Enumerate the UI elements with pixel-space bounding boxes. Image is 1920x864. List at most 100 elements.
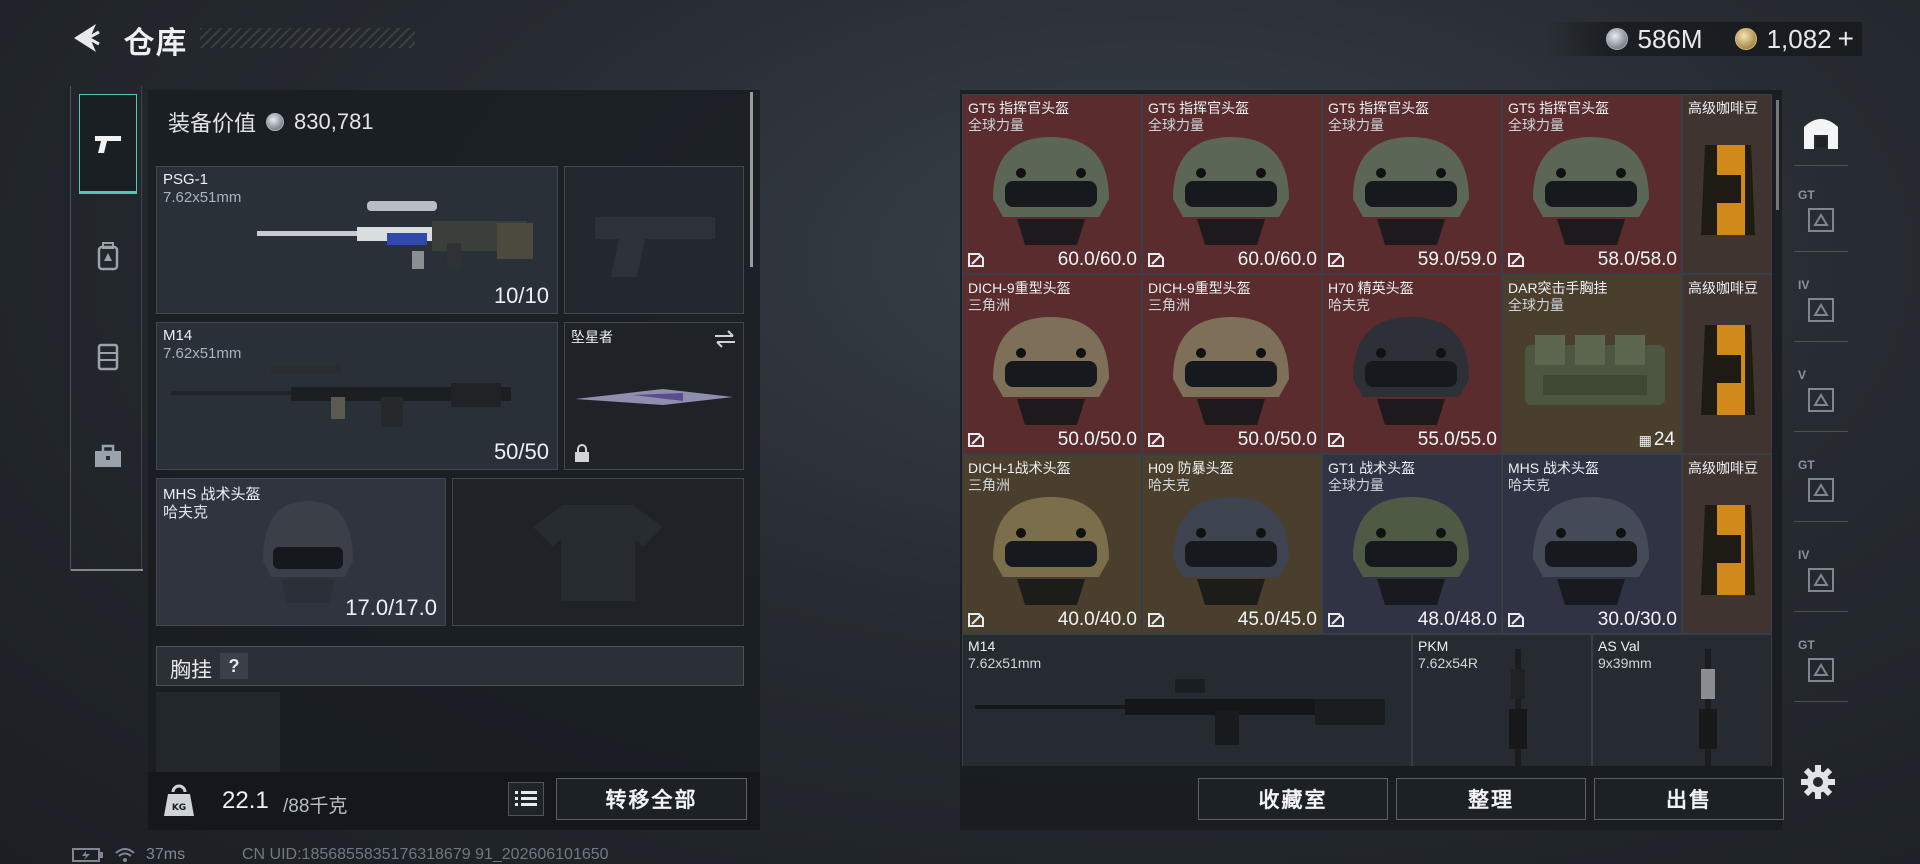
storage-item[interactable]: GT5 指挥官头盔 全球力量 59.0/59.0 <box>1322 94 1502 274</box>
item-faction: 全球力量 <box>1328 117 1384 133</box>
silver-amount: 586M <box>1637 23 1703 54</box>
storage-item[interactable]: H70 精英头盔 哈夫克 55.0/55.0 <box>1322 274 1502 454</box>
weapon-name: AS Val <box>1598 638 1640 654</box>
chest-rig-slot[interactable] <box>156 692 280 772</box>
item-quantity: 24 <box>1653 429 1675 450</box>
gt-tab-icon <box>1808 477 1834 502</box>
storage-item[interactable]: H09 防暴头盔 哈夫克 45.0/45.0 <box>1142 454 1322 634</box>
helmet-icon <box>1353 317 1469 425</box>
storage-item[interactable]: DICH-1战术头盔 三角洲 40.0/40.0 <box>962 454 1142 634</box>
storage-item[interactable]: MHS 战术头盔 哈夫克 30.0/30.0 <box>1502 454 1682 634</box>
armor-slot[interactable] <box>452 478 744 626</box>
item-durability: 60.0/60.0 <box>1237 249 1317 270</box>
sell-button[interactable]: 出售 <box>1594 778 1784 820</box>
repair-icon <box>1508 613 1524 627</box>
battery-icon <box>72 848 103 862</box>
page-title: 仓库 <box>124 27 188 60</box>
storage-tab-2[interactable]: IV <box>1794 272 1848 342</box>
weapon-caliber: 7.62x54R <box>1418 655 1478 671</box>
home-base-icon <box>1804 118 1838 149</box>
primary-weapon-slot-2[interactable]: M14 7.62x51mm 50/50 <box>156 322 558 470</box>
coffee-bag-icon <box>1701 505 1755 595</box>
storage-item[interactable]: GT5 指挥官头盔 全球力量 60.0/60.0 <box>962 94 1142 274</box>
storage-tab-label: V <box>1798 368 1807 382</box>
equip-value-amount: 830,781 <box>294 109 374 134</box>
tabs-divider <box>71 569 143 571</box>
rifle-icon <box>171 365 511 427</box>
loadout-scrollbar[interactable] <box>750 92 753 267</box>
toolbox-icon <box>95 444 121 467</box>
tab-vest[interactable] <box>79 306 137 406</box>
storage-item[interactable]: DICH-9重型头盔 三角洲 50.0/50.0 <box>1142 274 1322 454</box>
storage-item[interactable]: 高级咖啡豆 <box>1682 454 1772 634</box>
repair-icon <box>968 253 984 267</box>
helmet-icon <box>263 501 353 603</box>
settings-button[interactable] <box>1798 762 1838 802</box>
helmet-icon <box>1353 137 1469 245</box>
weapon-name: M14 <box>968 638 996 654</box>
storage-tab-5[interactable]: IV <box>1794 542 1848 612</box>
item-faction: 全球力量 <box>1508 297 1564 313</box>
collection-room-button[interactable]: 收藏室 <box>1198 778 1388 820</box>
storage-tab-3[interactable]: V <box>1794 362 1848 432</box>
loadout-category-tabs <box>70 86 143 571</box>
item-faction: 全球力量 <box>1148 117 1204 133</box>
chest-rig-icon <box>1525 335 1665 405</box>
storage-weapon[interactable]: M14 7.62x51mm <box>962 634 1412 766</box>
item-durability: 48.0/48.0 <box>1417 609 1497 630</box>
svg-text:KG: KG <box>172 803 186 813</box>
storage-tab-4[interactable]: GT <box>1794 452 1848 522</box>
storage-item[interactable]: DAR突击手胸挂 全球力量 ▦ 24 <box>1502 274 1682 454</box>
weapon-vertical-icon <box>1509 649 1527 766</box>
storage-item[interactable]: DICH-9重型头盔 三角洲 50.0/50.0 <box>962 274 1142 454</box>
item-durability: 50.0/50.0 <box>1237 429 1317 450</box>
helmet-slot[interactable]: MHS 战术头盔 哈夫克 17.0/17.0 <box>156 478 446 626</box>
transfer-all-button[interactable]: 转移全部 <box>556 778 747 820</box>
sort-button[interactable]: 整理 <box>1396 778 1586 820</box>
back-button[interactable] <box>68 20 104 56</box>
primary-weapon-slot-1[interactable]: PSG-1 7.62x51mm 10/10 <box>156 166 558 314</box>
tab-weapons[interactable] <box>79 94 137 194</box>
chest-rig-help-button[interactable]: ? <box>220 653 248 679</box>
item-faction: 哈夫克 <box>1148 477 1190 493</box>
sidearm-slot[interactable] <box>564 166 744 314</box>
storage-tab-label: GT <box>1798 458 1815 472</box>
storage-tab-0[interactable] <box>1794 96 1848 166</box>
storage-item[interactable]: GT5 指挥官头盔 全球力量 58.0/58.0 <box>1502 94 1682 274</box>
item-durability: 55.0/55.0 <box>1417 429 1497 450</box>
helmet-icon <box>1173 137 1289 245</box>
storage-weapon[interactable]: PKM 7.62x54R <box>1412 634 1592 766</box>
back-arrow-icon <box>74 24 100 52</box>
item-durability: 40.0/40.0 <box>1057 609 1137 630</box>
silver-coin-icon <box>1605 28 1628 50</box>
storage-weapon[interactable]: AS Val 9x39mm <box>1592 634 1772 766</box>
weight-icon: KG <box>160 782 198 820</box>
repair-icon <box>1508 253 1524 267</box>
melee-slot[interactable]: 坠星者 <box>564 322 744 470</box>
tab-toolbox[interactable] <box>79 406 137 506</box>
list-view-button[interactable] <box>508 782 544 816</box>
storage-item[interactable]: GT5 指挥官头盔 全球力量 60.0/60.0 <box>1142 94 1322 274</box>
storage-tab-6[interactable]: GT <box>1794 632 1848 702</box>
coffee-bag-icon <box>1701 145 1755 235</box>
storage-tab-label: GT <box>1798 638 1815 652</box>
helmet-durability: 17.0/17.0 <box>345 595 437 620</box>
storage-scrollbar[interactable] <box>1776 100 1779 210</box>
swap-icon[interactable] <box>713 329 737 349</box>
storage-item[interactable]: 高级咖啡豆 <box>1682 94 1772 274</box>
storage-item[interactable]: 高级咖啡豆 <box>1682 274 1772 454</box>
helmet-icon <box>993 137 1109 245</box>
item-faction: 哈夫克 <box>1328 297 1370 313</box>
gt-tab-icon <box>1808 207 1834 232</box>
ammo-count: 50/50 <box>493 439 549 464</box>
weapon-vertical-icon <box>1699 649 1717 766</box>
storage-tab-1[interactable]: GT <box>1794 182 1848 252</box>
tab-backpack[interactable] <box>79 206 137 306</box>
title-decoration <box>200 28 415 48</box>
item-durability: 30.0/30.0 <box>1597 609 1677 630</box>
silver-coin-icon <box>266 113 285 131</box>
add-currency-button[interactable]: + <box>1838 23 1854 55</box>
storage-item[interactable]: GT1 战术头盔 全球力量 48.0/48.0 <box>1322 454 1502 634</box>
repair-icon <box>968 433 984 447</box>
storage-grid: GT5 指挥官头盔 全球力量 60.0/60.0 GT5 指挥官头盔 全球力量 60.0/… <box>962 94 1772 766</box>
